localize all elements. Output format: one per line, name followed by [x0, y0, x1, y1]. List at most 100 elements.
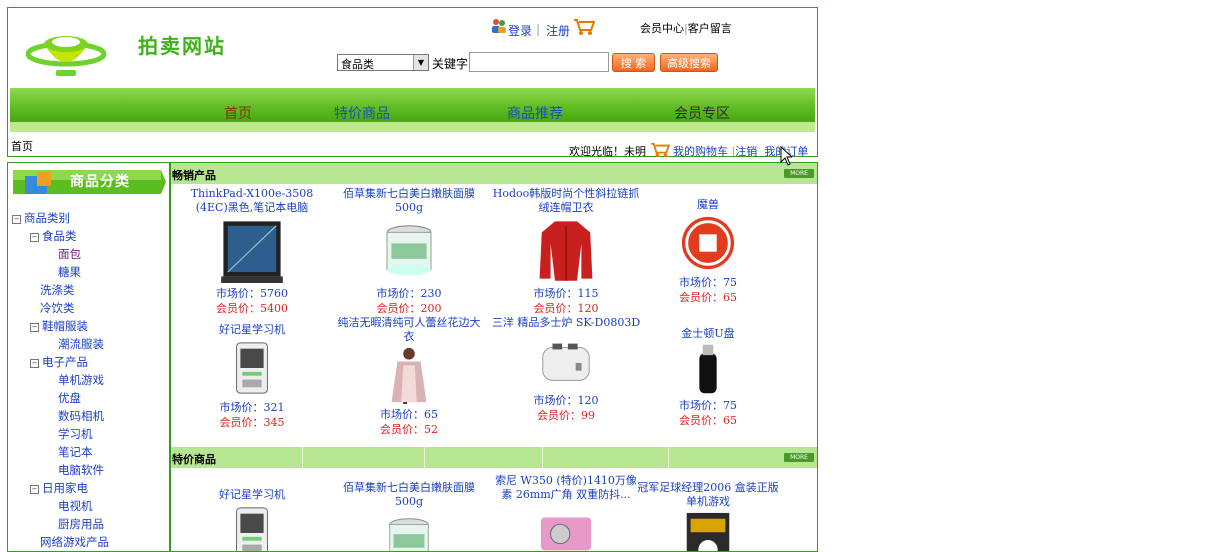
category-tree-item[interactable]: 电脑软件 [12, 461, 109, 479]
product-image[interactable] [334, 217, 484, 286]
search-button[interactable]: 搜 索 [612, 53, 655, 72]
product-image[interactable] [491, 504, 641, 552]
product-image[interactable] [177, 217, 327, 286]
jacket-icon[interactable] [533, 217, 599, 283]
category-tree-item[interactable]: 面包 [12, 245, 109, 263]
category-tree-label[interactable]: 优盘 [58, 391, 81, 405]
category-tree-item[interactable]: 笔记本 [12, 443, 109, 461]
nav-recommended[interactable]: 商品推荐 [507, 103, 563, 123]
product-name[interactable]: 冠军足球经理2006 盒装正版单机游戏 [633, 481, 783, 509]
product-image[interactable] [633, 511, 783, 552]
category-tree-label[interactable]: 洗涤类 [40, 283, 75, 297]
category-tree-label[interactable]: 商品类别 [24, 211, 70, 225]
category-tree-label[interactable]: 电子产品 [42, 355, 88, 369]
category-tree-item[interactable]: − 鞋帽服装 [12, 317, 109, 335]
usb-icon[interactable] [682, 343, 734, 395]
game-box-icon[interactable] [679, 511, 737, 552]
product-image[interactable] [491, 217, 641, 286]
category-tree-label[interactable]: 食品类 [42, 229, 77, 243]
category-tree-label[interactable]: 电脑软件 [58, 463, 104, 477]
product-name[interactable]: 索尼 W350 (特价)1410万像素 26mm广角 双重防抖... [491, 474, 641, 502]
category-tree-item[interactable]: 数码相机 [12, 407, 109, 425]
nav-home[interactable]: 首页 [224, 103, 252, 123]
product-name[interactable]: 金士顿U盘 [633, 327, 783, 341]
category-tree-label[interactable]: 冷饮类 [40, 301, 75, 315]
collapse-toggle-icon[interactable]: − [30, 233, 39, 242]
cart-icon[interactable] [573, 18, 595, 36]
collapse-toggle-icon[interactable]: − [30, 323, 39, 332]
coat-icon[interactable] [380, 346, 438, 404]
collapse-toggle-icon[interactable]: − [30, 485, 39, 494]
product-image[interactable] [491, 332, 641, 393]
collapse-toggle-icon[interactable]: − [12, 215, 21, 224]
nav-member-zone[interactable]: 会员专区 [674, 103, 730, 123]
hot-more-button[interactable]: MORE [784, 169, 814, 178]
toaster-icon[interactable] [537, 332, 595, 390]
category-tree-item[interactable]: 洗涤类 [12, 281, 109, 299]
category-tree-label[interactable]: 日用家电 [42, 481, 88, 495]
stop-icon[interactable] [679, 214, 737, 272]
keyword-input[interactable] [469, 52, 609, 72]
category-select[interactable]: 食品类 ▼ [337, 54, 429, 71]
category-tree-label[interactable]: 潮流服装 [58, 337, 104, 351]
category-tree-item[interactable]: 网络游戏产品 [12, 533, 109, 551]
product-card[interactable]: 佰草集新七白美白嫩肤面膜500g 市场价：230 会员价：200 [334, 187, 484, 316]
category-tree-item[interactable]: − 日用家电 [12, 479, 109, 497]
chevron-down-icon[interactable]: ▼ [413, 55, 428, 70]
device-icon[interactable] [223, 504, 281, 552]
product-card[interactable]: 冠军足球经理2006 盒装正版单机游戏 [633, 481, 783, 552]
logout-link[interactable]: 注销 [735, 145, 757, 158]
category-tree-item[interactable]: 单机游戏 [12, 371, 109, 389]
category-tree-item[interactable]: 厨房用品 [12, 515, 109, 533]
category-tree-label[interactable]: 电视机 [58, 499, 93, 513]
nav-special[interactable]: 特价商品 [334, 103, 390, 123]
category-tree-label[interactable]: 网络游戏产品 [40, 535, 109, 549]
category-tree-item[interactable]: 冷饮类 [12, 299, 109, 317]
laptop-icon[interactable] [219, 217, 285, 283]
product-card[interactable]: 好记星学习机 市场价：321 会员价：345 [177, 323, 327, 430]
product-card[interactable]: ThinkPad-X100e-3508 (4EC)黑色,笔记本电脑 市场价：576… [177, 187, 327, 316]
product-name[interactable]: Hodoo韩版时尚个性斜拉链抓绒连帽卫衣 [491, 187, 641, 215]
cart-icon[interactable] [650, 142, 670, 158]
product-image[interactable] [177, 504, 327, 552]
product-name[interactable]: 好记星学习机 [177, 488, 327, 502]
product-card[interactable]: 佰草集新七白美白嫩肤面膜500g [334, 481, 484, 552]
register-link[interactable]: 注册 [546, 22, 570, 39]
category-tree-item[interactable]: 电视机 [12, 497, 109, 515]
category-tree-label[interactable]: 单机游戏 [58, 373, 104, 387]
product-card[interactable]: 魔兽 市场价：75 会员价：65 [633, 198, 783, 305]
jar-icon[interactable] [380, 511, 438, 552]
product-card[interactable]: 金士顿U盘 市场价：75 会员价：65 [633, 327, 783, 428]
category-tree-item[interactable]: − 食品类 [12, 227, 109, 245]
product-name[interactable]: 魔兽 [633, 198, 783, 212]
product-image[interactable] [334, 511, 484, 552]
category-tree-item[interactable]: − 电子产品 [12, 353, 109, 371]
product-card[interactable]: Hodoo韩版时尚个性斜拉链抓绒连帽卫衣 市场价：115 会员价：120 [491, 187, 641, 316]
my-cart-link[interactable]: 我的购物车 [673, 145, 728, 158]
product-card[interactable]: 三洋 精品多士炉 SK-D0803D 市场价：120 会员价：99 [491, 316, 641, 423]
product-image[interactable] [633, 214, 783, 275]
collapse-toggle-icon[interactable]: − [30, 359, 39, 368]
advanced-search-button[interactable]: 高级搜索 [660, 53, 718, 72]
product-image[interactable] [177, 339, 327, 400]
product-name[interactable]: 好记星学习机 [177, 323, 327, 337]
category-tree-label[interactable]: 数码相机 [58, 409, 104, 423]
member-center-link[interactable]: 会员中心 [640, 22, 684, 35]
product-name[interactable]: 佰草集新七白美白嫩肤面膜500g [334, 187, 484, 215]
product-card[interactable]: 好记星学习机 [177, 488, 327, 552]
product-card[interactable]: 索尼 W350 (特价)1410万像素 26mm广角 双重防抖... [491, 474, 641, 552]
camera-icon[interactable] [537, 504, 595, 552]
category-tree-item[interactable]: 优盘 [12, 389, 109, 407]
product-name[interactable]: ThinkPad-X100e-3508 (4EC)黑色,笔记本电脑 [177, 187, 327, 215]
login-link[interactable]: 登录 [508, 22, 532, 39]
category-tree-item[interactable]: 潮流服装 [12, 335, 109, 353]
product-image[interactable] [633, 343, 783, 398]
product-name[interactable]: 三洋 精品多士炉 SK-D0803D [491, 316, 641, 330]
category-tree-label[interactable]: 面包 [58, 247, 81, 261]
special-more-button[interactable]: MORE [784, 453, 814, 462]
category-tree-label[interactable]: 笔记本 [58, 445, 93, 459]
category-tree-item[interactable]: 学习机 [12, 425, 109, 443]
category-tree-label[interactable]: 厨房用品 [58, 517, 104, 531]
category-tree-label[interactable]: 学习机 [58, 427, 93, 441]
category-tree-label[interactable]: 糖果 [58, 265, 81, 279]
